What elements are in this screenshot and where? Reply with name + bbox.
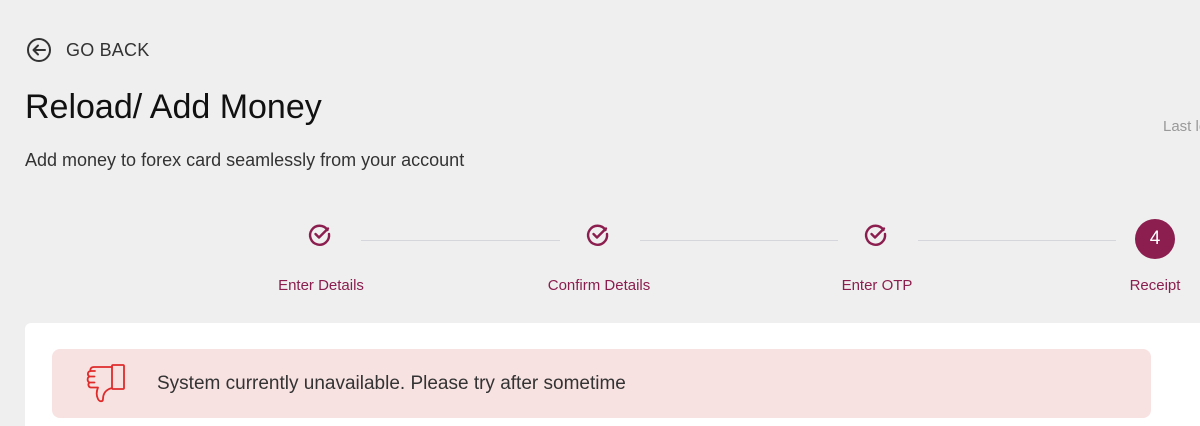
step-3-label: Enter OTP	[841, 277, 913, 294]
step-1-check-icon	[300, 214, 340, 254]
page-title: Reload/ Add Money	[25, 88, 322, 126]
page: GO BACK Reload/ Add Money Add money to f…	[0, 0, 1200, 426]
progress-stepper: Enter Details Confirm Details Enter OTP …	[0, 214, 1200, 304]
thumbs-down-icon	[82, 363, 128, 410]
step-connector-1	[361, 240, 560, 241]
step-2-check-icon	[578, 214, 618, 254]
step-4-label: Receipt	[1129, 277, 1181, 294]
page-subtitle: Add money to forex card seamlessly from …	[25, 150, 465, 170]
step-connector-2	[640, 240, 838, 241]
go-back-label: GO BACK	[66, 39, 150, 60]
step-connector-3	[918, 240, 1116, 241]
go-back-button[interactable]: GO BACK	[26, 37, 149, 63]
error-alert: System currently unavailable. Please try…	[52, 349, 1151, 418]
step-1-label: Enter Details	[278, 277, 364, 294]
step-3-check-icon	[856, 214, 896, 254]
step-2-label: Confirm Details	[547, 277, 651, 294]
alert-message: System currently unavailable. Please try…	[157, 373, 626, 394]
step-4-number-badge: 4	[1135, 219, 1175, 259]
last-login-text: Last lo	[1163, 118, 1200, 135]
back-arrow-icon	[26, 37, 52, 63]
